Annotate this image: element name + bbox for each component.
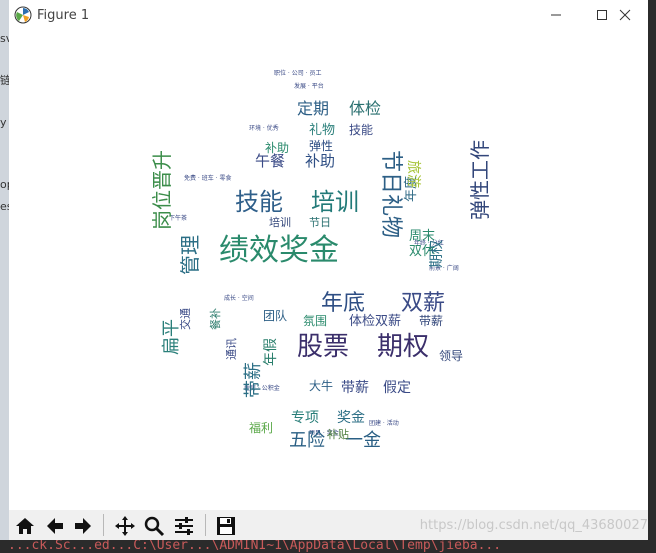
word-cloud-word: 弹性	[309, 139, 333, 153]
word-cloud-word: 补助	[265, 141, 289, 155]
word-cloud-word: 奖金	[337, 409, 365, 426]
zoom-icon	[144, 516, 165, 537]
word-cloud-word: 绩效奖金	[219, 233, 339, 268]
word-cloud-word: 节日礼物	[378, 150, 403, 238]
matplotlib-icon	[14, 6, 32, 24]
word-cloud-word: 技能	[349, 123, 373, 137]
word-cloud-word: 通讯	[225, 338, 238, 360]
word-cloud-word: 技能	[235, 188, 283, 216]
window-title: Figure 1	[37, 8, 90, 23]
home-button[interactable]	[12, 513, 38, 539]
word-cloud-word: 带薪	[243, 362, 264, 398]
background-window-right	[648, 0, 656, 553]
small-word: 发展 · 平台	[294, 82, 324, 90]
save-disk-icon	[217, 517, 235, 535]
watermark-text: https://blog.csdn.net/qq_43680027	[419, 518, 648, 533]
small-word: 团建 · 活动	[369, 419, 399, 427]
word-cloud-word: 培训	[311, 188, 359, 216]
word-cloud-word: 期权	[377, 332, 429, 362]
small-word: 职位 · 公司 · 员工	[274, 69, 321, 77]
word-cloud-word: 一金	[345, 430, 381, 451]
terminal-text: ...ck.Sc...ed...C:\User...\ADMINI~1\AppD…	[8, 540, 502, 553]
toolbar-separator	[103, 514, 104, 536]
word-cloud-word: 管理	[178, 235, 202, 275]
word-cloud-word: 领导	[439, 349, 463, 363]
close-icon	[619, 9, 631, 21]
word-cloud-word: 假定	[383, 380, 411, 396]
close-button[interactable]	[602, 0, 648, 30]
zoom-button[interactable]	[141, 513, 167, 539]
back-button[interactable]	[42, 513, 68, 539]
word-cloud-word: 年底	[321, 291, 365, 316]
small-word: 免费 · 班车 · 零食	[184, 174, 231, 182]
pan-icon	[115, 516, 135, 536]
small-word: 成长 · 空间	[224, 294, 254, 302]
word-cloud-word: 补贴	[327, 427, 349, 441]
word-cloud-word: 餐补	[208, 308, 222, 330]
word-cloud-word: 节日	[309, 216, 331, 229]
word-cloud-word: 五险	[289, 430, 325, 451]
sliders-icon	[175, 517, 193, 535]
word-cloud-word: 股票	[297, 332, 349, 362]
background-window-left: sv 链 y op es	[0, 0, 14, 553]
background-terminal: ...ck.Sc...ed...C:\User...\ADMINI~1\AppD…	[0, 540, 656, 553]
word-cloud-word: 培训	[269, 215, 291, 229]
minimize-button[interactable]	[533, 0, 579, 30]
word-cloud-word: 弹性工作	[468, 140, 492, 220]
word-cloud-word: 专项	[291, 410, 319, 426]
home-icon	[16, 518, 34, 534]
toolbar-separator	[205, 514, 206, 536]
pan-button[interactable]	[112, 513, 138, 539]
word-cloud-word: 福利	[249, 420, 273, 435]
word-cloud-word: 体检	[349, 99, 381, 118]
word-cloud-word: 带薪	[341, 380, 369, 396]
figure-window: Figure 1 职位 · 公司 · 员工 发展 · 平台 环境 · 优秀 免费…	[9, 0, 648, 540]
word-cloud-word: 岗位晋升	[150, 150, 174, 230]
word-cloud-word: 定期	[297, 99, 329, 118]
word-cloud-word: 礼物	[309, 122, 335, 138]
word-cloud-word: 团队	[263, 308, 287, 323]
configure-subplots-button[interactable]	[171, 513, 197, 539]
word-cloud: 职位 · 公司 · 员工 发展 · 平台 环境 · 优秀 免费 · 班车 · 零…	[150, 69, 492, 451]
word-cloud-word: 氛围	[303, 314, 327, 328]
word-cloud-word: 交通	[178, 308, 192, 330]
word-cloud-word: 大牛	[309, 378, 333, 393]
navigation-toolbar: https://blog.csdn.net/qq_43680027	[9, 510, 648, 540]
back-arrow-icon	[47, 518, 63, 534]
word-cloud-word: 体检双薪	[349, 314, 401, 329]
title-bar[interactable]: Figure 1	[9, 0, 648, 30]
word-cloud-word: 期权	[429, 240, 445, 268]
word-cloud-word: 补助	[305, 152, 335, 170]
word-cloud-word: 带薪	[419, 314, 443, 328]
minimize-icon	[551, 14, 561, 16]
save-button[interactable]	[213, 513, 239, 539]
word-cloud-word: 双薪	[401, 291, 445, 316]
forward-arrow-icon	[75, 518, 91, 534]
small-word: 环境 · 优秀	[249, 124, 279, 132]
figure-canvas[interactable]: 职位 · 公司 · 员工 发展 · 平台 环境 · 优秀 免费 · 班车 · 零…	[9, 30, 648, 508]
bg-text-fragment: y	[0, 116, 7, 129]
word-cloud-word: 旅游	[405, 160, 421, 188]
forward-button[interactable]	[70, 513, 96, 539]
word-cloud-word: 年假	[263, 338, 279, 366]
